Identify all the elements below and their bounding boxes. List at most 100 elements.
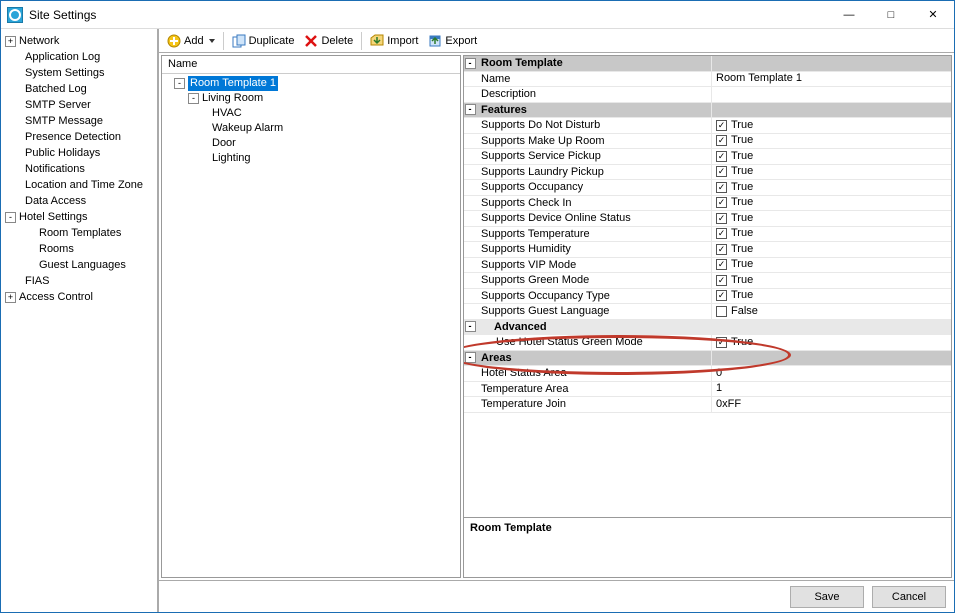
property-label: Supports Occupancy [479,180,711,195]
sidebar-item[interactable]: SMTP Server [3,97,155,113]
expander-icon[interactable]: - [465,58,476,69]
template-tree-item[interactable]: -Living Room [164,91,458,106]
checkbox[interactable] [716,259,727,270]
delete-icon [304,34,318,48]
close-button[interactable]: ✕ [912,2,954,28]
sidebar-item[interactable]: +Network [3,33,155,49]
property-row[interactable]: Supports TemperatureTrue [464,227,951,243]
property-label: Description [479,87,711,102]
expander-icon[interactable]: - [188,93,199,104]
property-row[interactable]: Supports Laundry PickupTrue [464,165,951,181]
expander-icon[interactable]: + [5,292,16,303]
property-label: Hotel Status Area [479,366,711,381]
property-row[interactable]: Supports OccupancyTrue [464,180,951,196]
sidebar-item[interactable]: FIAS [3,273,155,289]
checkbox[interactable] [716,151,727,162]
delete-button[interactable]: Delete [300,32,357,50]
template-tree-label: Door [212,136,236,151]
property-row[interactable]: Supports Green ModeTrue [464,273,951,289]
duplicate-button[interactable]: Duplicate [228,32,299,50]
checkbox[interactable] [716,337,727,348]
checkbox[interactable] [716,275,727,286]
add-button[interactable]: Add [163,32,219,50]
property-row[interactable]: Supports Service PickupTrue [464,149,951,165]
sidebar-item[interactable]: Notifications [3,161,155,177]
minimize-button[interactable]: — [828,2,870,28]
property-row[interactable]: Supports Occupancy TypeTrue [464,289,951,305]
property-row[interactable]: Temperature Join0xFF [464,397,951,413]
add-icon [167,34,181,48]
property-section-header[interactable]: -Features [464,103,951,119]
template-tree-panel: Name -Room Template 1-Living RoomHVACWak… [161,55,461,578]
property-row[interactable]: Supports HumidityTrue [464,242,951,258]
checkbox[interactable] [716,120,727,131]
property-label: Supports Do Not Disturb [479,118,711,133]
property-label: Supports Device Online Status [479,211,711,226]
property-row[interactable]: Description [464,87,951,103]
checkbox[interactable] [716,135,727,146]
import-button[interactable]: Import [366,32,422,50]
save-button[interactable]: Save [790,586,864,608]
sidebar-item[interactable]: Room Templates [3,225,155,241]
sidebar-item-label: Access Control [19,289,93,305]
expander-icon[interactable]: - [465,321,476,332]
export-button[interactable]: Export [424,32,481,50]
maximize-button[interactable]: □ [870,2,912,28]
sidebar-item[interactable]: Presence Detection [3,129,155,145]
sidebar-item[interactable]: -Hotel Settings [3,209,155,225]
sidebar-item[interactable]: Location and Time Zone [3,177,155,193]
property-row[interactable]: Supports VIP ModeTrue [464,258,951,274]
property-section-header[interactable]: -Room Template [464,56,951,72]
property-label: Supports Temperature [479,227,711,242]
property-row[interactable]: Supports Do Not DisturbTrue [464,118,951,134]
sidebar-item[interactable]: Batched Log [3,81,155,97]
checkbox[interactable] [716,306,727,317]
property-row[interactable]: Hotel Status Area0 [464,366,951,382]
delete-label: Delete [321,35,353,47]
property-label: Supports Check In [479,196,711,211]
property-value: Room Template 1 [716,71,802,87]
sidebar-item-label: FIAS [25,273,49,289]
checkbox[interactable] [716,213,727,224]
template-tree-item[interactable]: Door [164,136,458,151]
expander-icon[interactable]: - [465,352,476,363]
expander-icon[interactable]: - [5,212,16,223]
expander-icon[interactable]: - [174,78,185,89]
checkbox[interactable] [716,166,727,177]
property-row[interactable]: Supports Device Online StatusTrue [464,211,951,227]
property-value: False [731,304,758,320]
property-section-header[interactable]: -Areas [464,351,951,367]
template-tree-item[interactable]: HVAC [164,106,458,121]
checkbox[interactable] [716,197,727,208]
expander-icon[interactable]: - [465,104,476,115]
property-section-header[interactable]: -Advanced [464,320,951,336]
property-row[interactable]: Supports Make Up RoomTrue [464,134,951,150]
sidebar-item[interactable]: Guest Languages [3,257,155,273]
sidebar-item[interactable]: SMTP Message [3,113,155,129]
property-row[interactable]: Supports Check InTrue [464,196,951,212]
sidebar-item[interactable]: Application Log [3,49,155,65]
template-tree-item[interactable]: -Room Template 1 [164,76,458,91]
property-value: True [731,288,753,304]
cancel-button[interactable]: Cancel [872,586,946,608]
sidebar-item[interactable]: Rooms [3,241,155,257]
sidebar-item[interactable]: Public Holidays [3,145,155,161]
template-tree-label: Living Room [202,91,263,106]
property-row[interactable]: Supports Guest LanguageFalse [464,304,951,320]
template-tree-item[interactable]: Wakeup Alarm [164,121,458,136]
template-tree-item[interactable]: Lighting [164,151,458,166]
dialog-footer: Save Cancel [159,580,954,612]
sidebar-item[interactable]: System Settings [3,65,155,81]
checkbox[interactable] [716,182,727,193]
property-row[interactable]: Use Hotel Status Green ModeTrue [464,335,951,351]
property-row[interactable]: NameRoom Template 1 [464,72,951,88]
property-row[interactable]: Temperature Area1 [464,382,951,398]
checkbox[interactable] [716,290,727,301]
expander-icon[interactable]: + [5,36,16,47]
sidebar-item[interactable]: +Access Control [3,289,155,305]
property-label: Supports Service Pickup [479,149,711,164]
checkbox[interactable] [716,228,727,239]
sidebar-item[interactable]: Data Access [3,193,155,209]
checkbox[interactable] [716,244,727,255]
tree-column-header[interactable]: Name [162,56,460,74]
